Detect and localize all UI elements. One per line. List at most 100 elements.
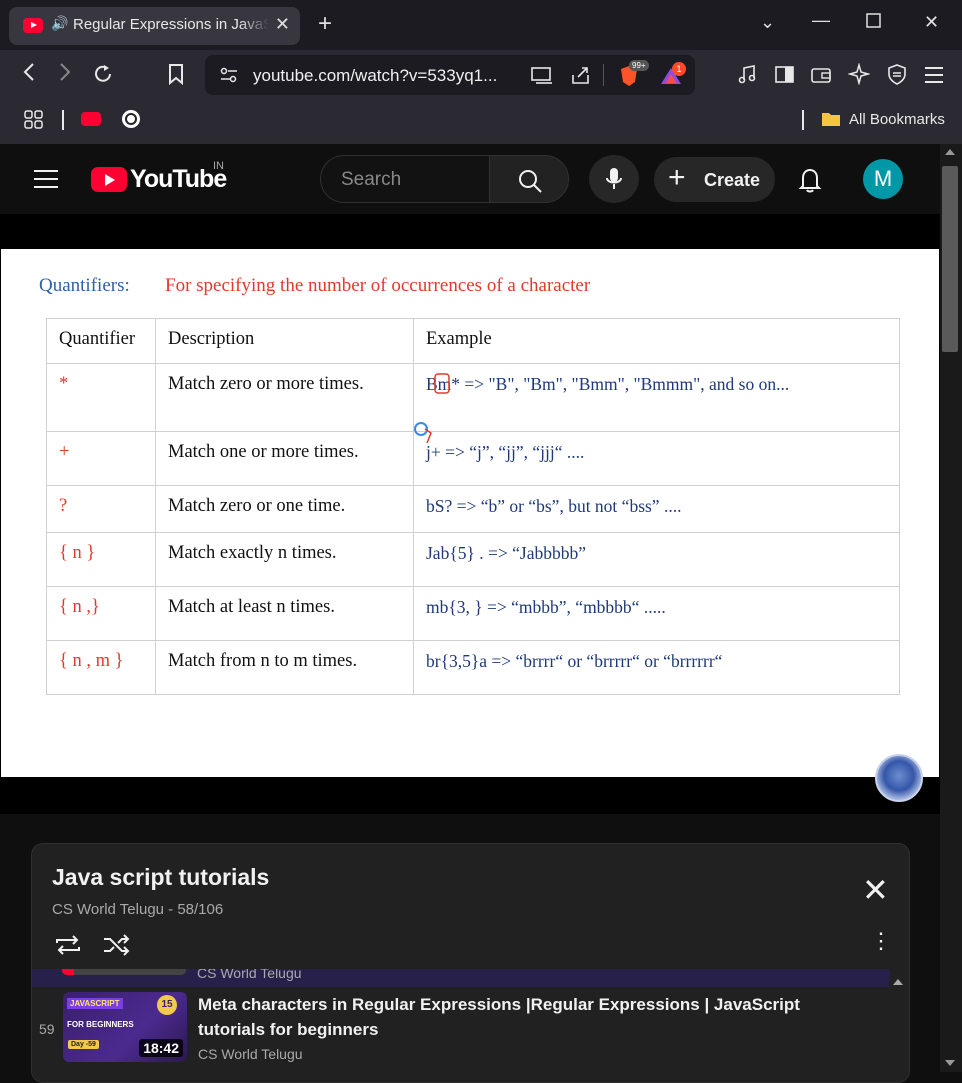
youtube-logo-icon[interactable] bbox=[91, 167, 127, 192]
close-tab-icon[interactable]: ✕ bbox=[275, 14, 290, 35]
shuffle-icon[interactable] bbox=[102, 933, 132, 957]
playlist-panel: Java script tutorials CS World Telugu - … bbox=[31, 843, 910, 1083]
sidebar-icon[interactable] bbox=[774, 64, 796, 92]
maximize-icon[interactable] bbox=[866, 13, 882, 34]
list-item[interactable]: 59 JAVASCRIPT FOR BEGINNERS Day -59 15 1… bbox=[32, 992, 890, 1072]
url-text: youtube.com/watch?v=533yq1... bbox=[253, 66, 498, 85]
description-cell: Match zero or one time. bbox=[155, 485, 414, 533]
table-row: { n ,} Match at least n times. mb{3, } =… bbox=[46, 586, 900, 641]
chatgpt-bookmark-icon[interactable] bbox=[120, 108, 142, 136]
audio-playing-icon[interactable]: 🔊 bbox=[51, 15, 68, 32]
wallet-icon[interactable] bbox=[810, 64, 832, 92]
description-cell: Match at least n times. bbox=[155, 586, 414, 641]
leo-ai-icon[interactable] bbox=[847, 62, 871, 91]
vpn-icon[interactable] bbox=[886, 63, 908, 91]
tab-title: Regular Expressions in JavaScript bbox=[73, 16, 269, 33]
description-cell: Match zero or more times. bbox=[155, 363, 414, 432]
voice-search-button[interactable] bbox=[589, 155, 639, 203]
channel-watermark-logo bbox=[875, 754, 923, 802]
new-tab-icon[interactable]: + bbox=[318, 10, 332, 38]
address-bar[interactable]: youtube.com/watch?v=533yq1... 99+ 1 bbox=[205, 55, 695, 95]
menu-icon[interactable] bbox=[923, 65, 945, 91]
video-title[interactable]: Meta characters in Regular Expressions |… bbox=[198, 992, 818, 1042]
search-icon bbox=[519, 170, 542, 193]
minimize-icon[interactable]: — bbox=[812, 10, 830, 31]
video-thumbnail[interactable]: JAVASCRIPT FOR BEGINNERS Day -59 15 18:4… bbox=[63, 992, 187, 1062]
table-row: { n , m } Match from n to m times. br{3,… bbox=[46, 640, 900, 695]
watch-progress bbox=[62, 969, 186, 975]
description-cell: Match exactly n times. bbox=[155, 532, 414, 587]
close-playlist-icon[interactable]: ✕ bbox=[862, 874, 889, 906]
page-scrollbar[interactable] bbox=[940, 144, 962, 1072]
playlist-subtitle: CS World Telugu - 58/106 bbox=[52, 901, 224, 918]
column-header: Example bbox=[413, 318, 900, 364]
cast-icon[interactable] bbox=[530, 65, 554, 91]
thumbnail-text: FOR BEGINNERS bbox=[67, 1020, 134, 1029]
tab-list-chevron-icon[interactable]: ⌄ bbox=[760, 12, 775, 33]
music-icon[interactable] bbox=[736, 64, 758, 92]
avatar[interactable]: M bbox=[863, 159, 903, 199]
example-cell: bS? => “b” or “bs”, but not “bss” .... bbox=[413, 485, 900, 533]
rewards-count-badge: 1 bbox=[672, 62, 686, 76]
video-frame-slide[interactable]: Quantifiers: For specifying the number o… bbox=[1, 249, 939, 802]
browser-tab[interactable]: 🔊 Regular Expressions in JavaScript ✕ bbox=[9, 7, 300, 45]
playlist-title[interactable]: Java script tutorials bbox=[52, 864, 269, 891]
country-code: IN bbox=[213, 160, 224, 172]
all-bookmarks-label[interactable]: All Bookmarks bbox=[849, 111, 945, 128]
description-cell: Match one or more times. bbox=[155, 431, 414, 486]
bookmark-icon[interactable] bbox=[166, 63, 186, 91]
table-header-row: Quantifier Description Example bbox=[46, 318, 900, 364]
pen-annotation bbox=[414, 373, 450, 444]
quantifier-cell: { n , m } bbox=[46, 640, 156, 695]
forward-icon[interactable] bbox=[56, 61, 74, 89]
slide-subtitle: For specifying the number of occurrences… bbox=[165, 275, 591, 296]
more-actions-icon[interactable]: ⋮ bbox=[870, 930, 892, 952]
notifications-bell-icon[interactable] bbox=[798, 166, 824, 194]
search-input[interactable]: Search bbox=[320, 155, 490, 203]
channel-name: CS World Telugu bbox=[198, 1046, 303, 1062]
video-duration: 18:42 bbox=[139, 1039, 183, 1057]
list-item[interactable]: CS World Telugu bbox=[32, 969, 890, 987]
table-row: { n } Match exactly n times. Jab{5} . =>… bbox=[46, 532, 900, 587]
create-button[interactable]: + Create bbox=[654, 157, 775, 202]
guide-menu-icon[interactable] bbox=[34, 170, 58, 188]
scroll-up-icon[interactable] bbox=[893, 979, 903, 985]
youtube-header: YouTube IN Search + Create M bbox=[0, 144, 940, 214]
plus-icon: + bbox=[668, 161, 686, 194]
browser-title-bar: 🔊 Regular Expressions in JavaScript ✕ + … bbox=[0, 0, 962, 50]
shields-count-badge: 99+ bbox=[629, 60, 649, 71]
site-settings-icon[interactable] bbox=[219, 65, 239, 90]
example-cell: mb{3, } => “mbbb”, “mbbbb“ ..... bbox=[413, 586, 900, 641]
scroll-up-icon[interactable] bbox=[945, 149, 955, 155]
table-row: ? Match zero or one time. bS? => “b” or … bbox=[46, 485, 900, 533]
apps-grid-icon[interactable] bbox=[23, 109, 45, 137]
column-header: Quantifier bbox=[46, 318, 156, 364]
playlist-items: CS World Telugu 59 JAVASCRIPT FOR BEGINN… bbox=[32, 969, 909, 1082]
divider bbox=[603, 64, 604, 86]
playlist-scrollbar[interactable] bbox=[889, 977, 907, 1077]
thumbnail-day: Day -59 bbox=[68, 1040, 99, 1049]
scrollbar-thumb[interactable] bbox=[942, 166, 958, 352]
reload-icon[interactable] bbox=[92, 63, 114, 91]
divider bbox=[62, 110, 64, 130]
slide-title: Quantifiers: bbox=[39, 275, 130, 296]
example-cell: Jab{5} . => “Jabbbbb” bbox=[413, 532, 900, 587]
description-cell: Match from n to m times. bbox=[155, 640, 414, 695]
back-icon[interactable] bbox=[20, 61, 38, 89]
example-cell: Bm* => "B", "Bm", "Bmm", "Bmmm", and so … bbox=[413, 363, 900, 432]
loop-icon[interactable] bbox=[53, 933, 83, 957]
share-icon[interactable] bbox=[570, 65, 592, 91]
channel-name: CS World Telugu bbox=[197, 969, 302, 981]
column-header: Description bbox=[155, 318, 414, 364]
window-close-icon[interactable]: ✕ bbox=[924, 12, 939, 33]
youtube-logo-text[interactable]: YouTube bbox=[130, 165, 227, 194]
folder-icon bbox=[821, 110, 841, 134]
search-button[interactable] bbox=[489, 155, 569, 203]
scroll-down-icon[interactable] bbox=[945, 1060, 955, 1066]
microphone-icon bbox=[606, 168, 622, 189]
item-index: 59 bbox=[39, 1021, 55, 1037]
youtube-bookmark-icon[interactable] bbox=[81, 112, 101, 126]
table-row: + Match one or more times. j+ => “j”, “j… bbox=[46, 431, 900, 486]
example-cell: j+ => “j”, “jj”, “jjj“ .... bbox=[413, 431, 900, 486]
quantifier-cell: + bbox=[46, 431, 156, 486]
